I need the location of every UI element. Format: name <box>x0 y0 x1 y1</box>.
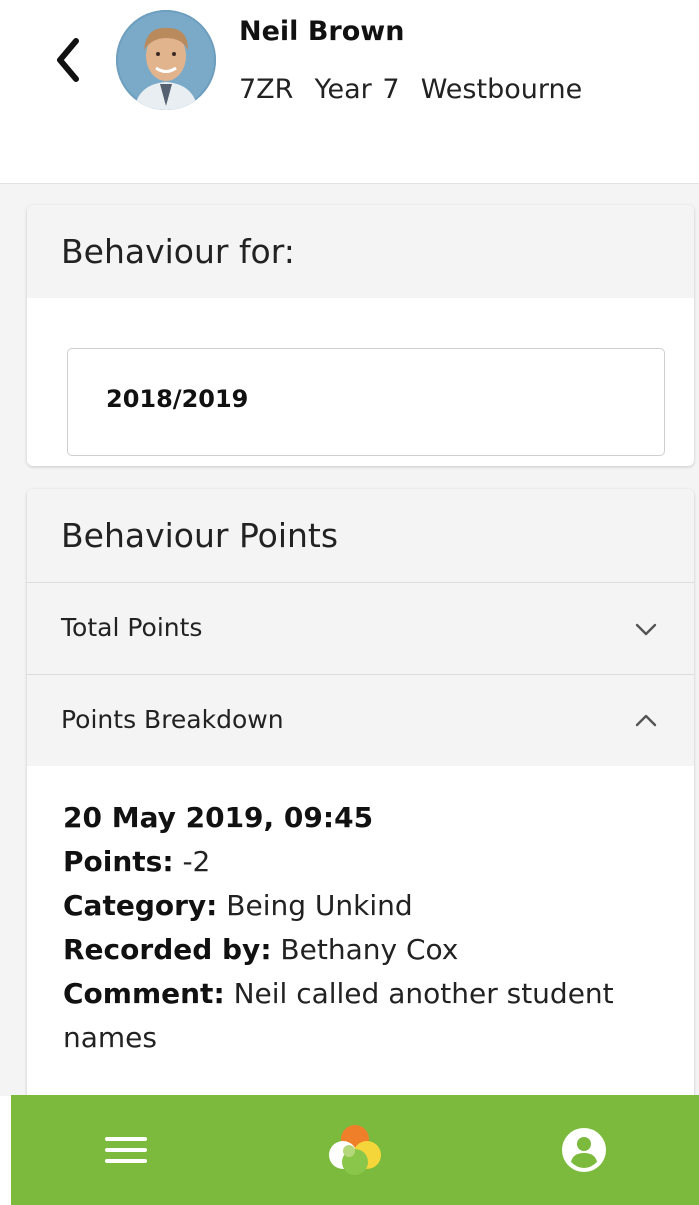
student-header: Neil Brown 7ZR Year 7 Westbourne <box>0 0 699 183</box>
chevron-down-icon <box>635 623 657 636</box>
behaviour-entry: 20 May 2019, 09:45 Points: -2 Category: … <box>27 766 694 1060</box>
hamburger-menu-icon <box>104 1137 147 1163</box>
chevron-up-icon <box>635 714 657 727</box>
behaviour-for-title: Behaviour for: <box>27 205 694 298</box>
student-name: Neil Brown <box>239 16 405 47</box>
points-value: -2 <box>182 845 211 878</box>
total-points-label: Total Points <box>61 613 203 642</box>
points-breakdown-accordion[interactable]: Points Breakdown <box>27 675 694 766</box>
academic-year-value: 2018/2019 <box>106 385 249 413</box>
recorded-by-value: Bethany Cox <box>280 933 459 966</box>
entry-datetime: 20 May 2019, 09:45 <box>63 801 374 834</box>
account-button[interactable] <box>469 1095 698 1205</box>
student-meta: 7ZR Year 7 Westbourne <box>239 74 583 105</box>
behaviour-points-title: Behaviour Points <box>27 489 694 583</box>
back-button[interactable] <box>48 34 88 86</box>
account-icon <box>561 1128 606 1172</box>
behaviour-points-card: Behaviour Points Total Points Points Bre… <box>27 489 694 1109</box>
app-logo-icon <box>328 1125 381 1175</box>
category-value: Being Unkind <box>226 889 413 922</box>
comment-label: Comment: <box>63 977 225 1010</box>
avatar <box>116 10 216 110</box>
bottom-nav <box>11 1095 699 1205</box>
category-label: Category: <box>63 889 218 922</box>
behaviour-for-card: Behaviour for: 2018/2019 <box>27 205 694 466</box>
home-logo-button[interactable] <box>240 1095 469 1205</box>
points-breakdown-label: Points Breakdown <box>61 705 284 734</box>
student-photo <box>116 10 216 110</box>
total-points-accordion[interactable]: Total Points <box>27 583 694 675</box>
academic-year-select[interactable]: 2018/2019 <box>67 348 665 456</box>
chevron-left-icon <box>57 38 79 82</box>
points-label: Points: <box>63 845 174 878</box>
main-content: Behaviour for: 2018/2019 Behaviour Point… <box>0 183 699 1109</box>
recorded-by-label: Recorded by: <box>63 933 272 966</box>
menu-button[interactable] <box>11 1095 240 1205</box>
